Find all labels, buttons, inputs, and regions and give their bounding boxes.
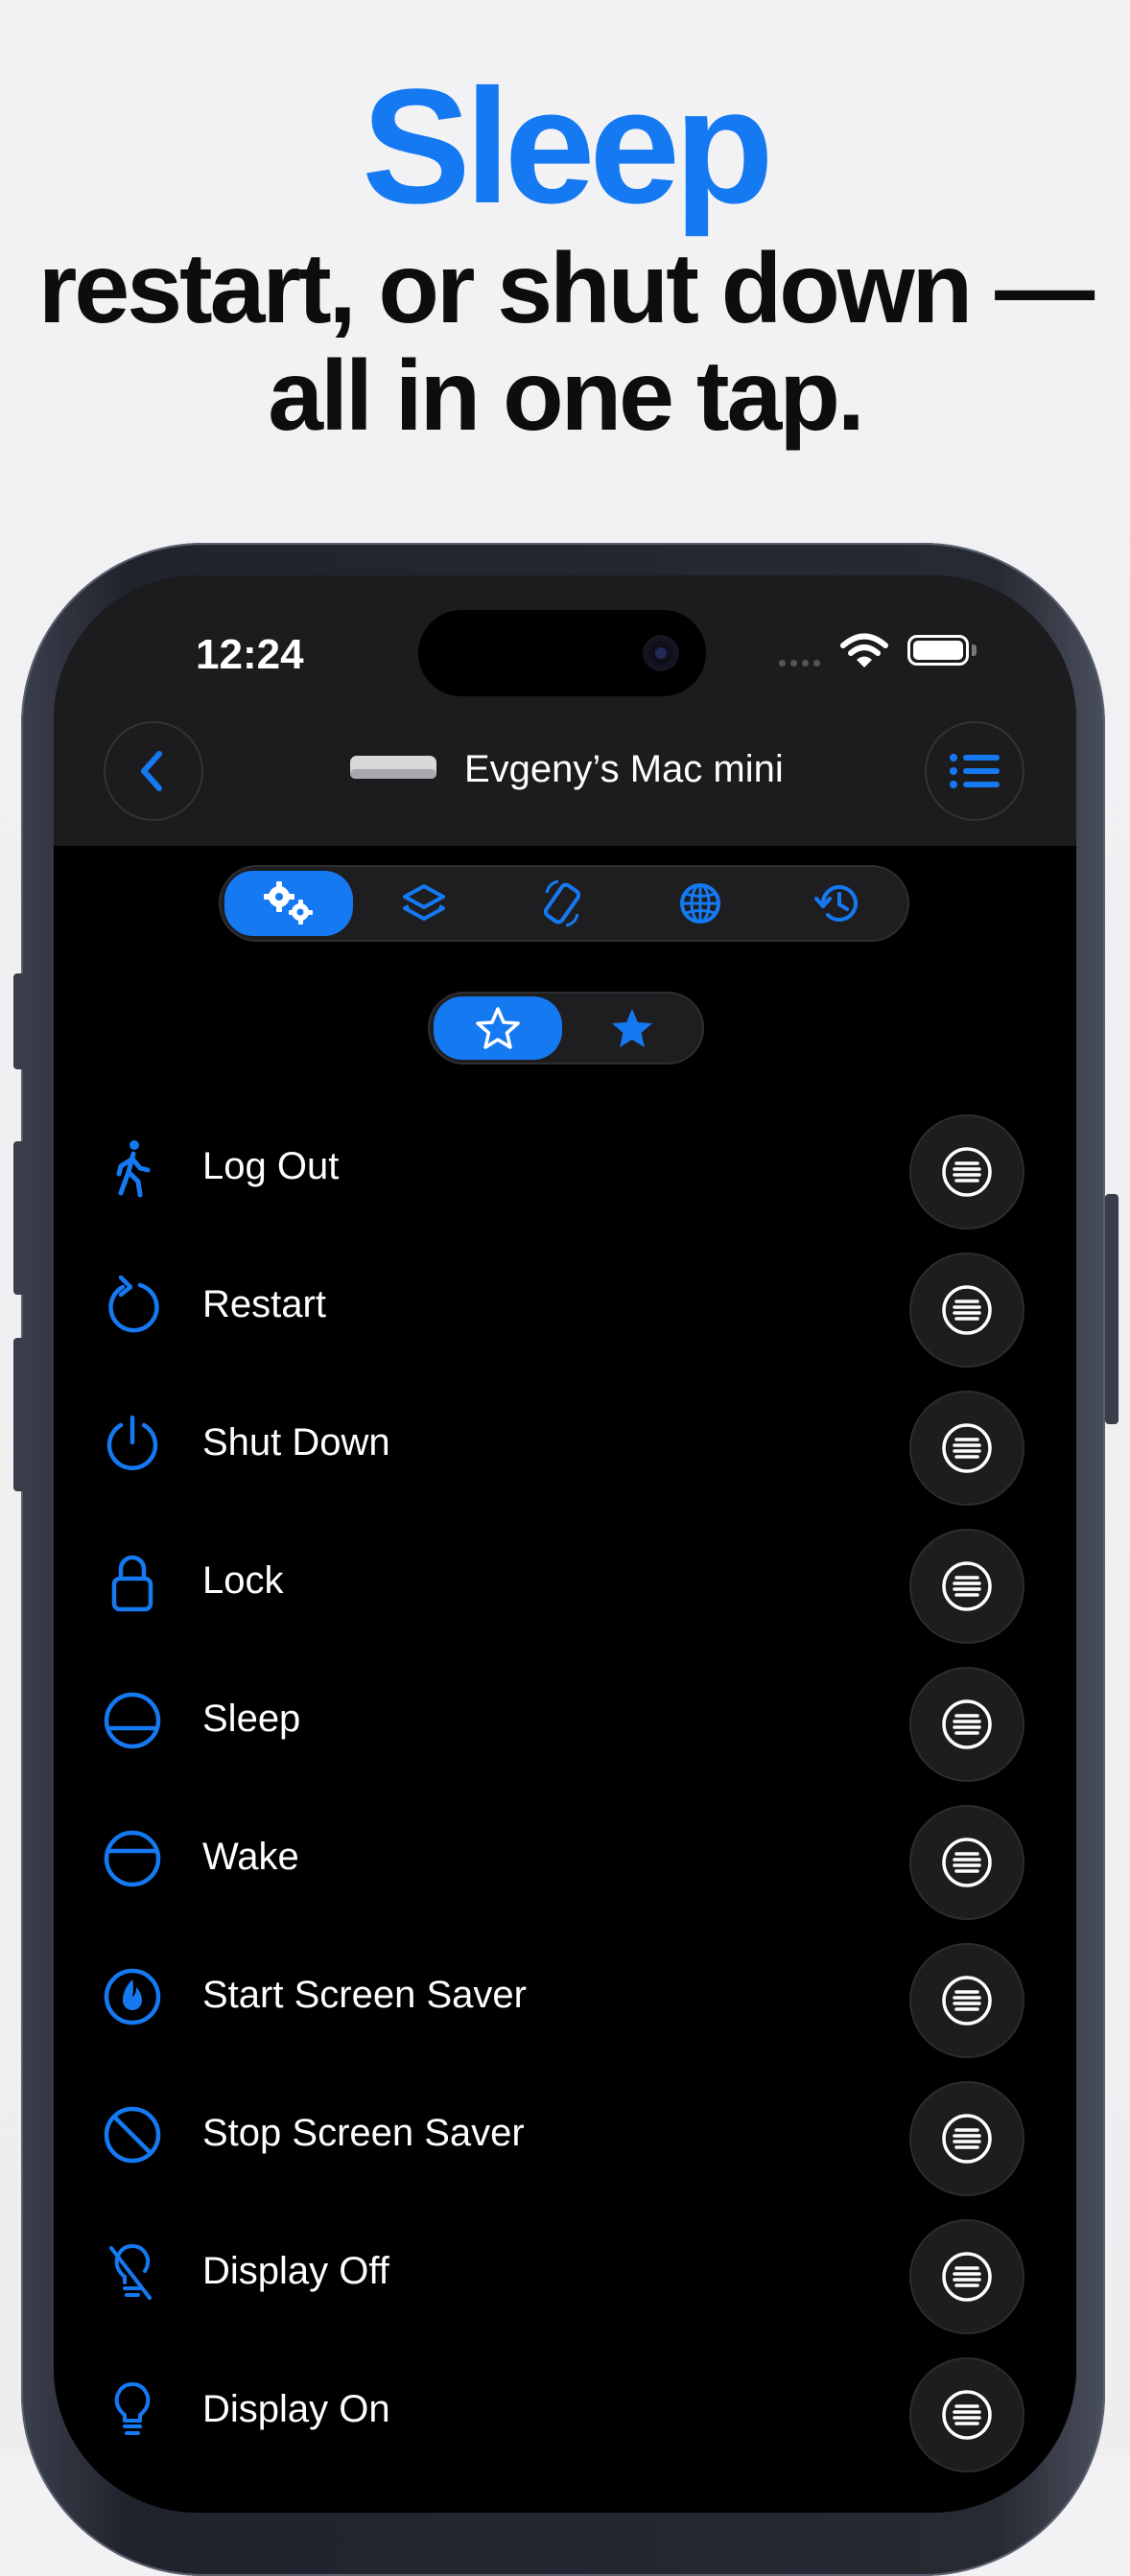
- volume-up-button: [13, 1141, 27, 1295]
- tab-history[interactable]: [771, 871, 904, 936]
- tab-layers[interactable]: [357, 871, 491, 936]
- row-options-button[interactable]: [909, 1943, 1024, 2058]
- filter-all[interactable]: [434, 996, 562, 1060]
- line-list-circle-icon: [942, 1976, 992, 2026]
- tab-actions[interactable]: [224, 871, 353, 936]
- row-options-button[interactable]: [909, 1529, 1024, 1644]
- list-item-sleep[interactable]: Sleep: [54, 1651, 1076, 1790]
- list-item-label: Lock: [202, 1559, 284, 1602]
- line-list-circle-icon: [942, 1699, 992, 1749]
- list-item-label: Sleep: [202, 1698, 301, 1740]
- rotate-device-icon: [543, 879, 581, 927]
- headline-title: Sleep: [362, 56, 774, 238]
- camera-icon: [643, 635, 679, 671]
- category-tab-bar: [219, 865, 909, 942]
- wifi-icon: [840, 633, 888, 667]
- row-options-button[interactable]: [909, 1253, 1024, 1368]
- row-options-button[interactable]: [909, 2219, 1024, 2334]
- star-filled-icon: [612, 1009, 652, 1047]
- wake-circle-icon: [104, 1830, 161, 1887]
- phone-screen: 12:24 Evgeny’s Mac mini Log Out Restart …: [54, 575, 1076, 2513]
- restart-arrow-icon: [108, 1276, 159, 1333]
- power-icon: [106, 1415, 158, 1470]
- list-item-display-on[interactable]: Display On: [54, 2342, 1076, 2480]
- menu-button[interactable]: [925, 721, 1024, 821]
- list-item-log-out[interactable]: Log Out: [54, 1099, 1076, 1237]
- device-name-title: Evgeny’s Mac mini: [464, 748, 784, 790]
- headline-subtitle-line-2: all in one tap.: [268, 340, 865, 452]
- line-list-circle-icon: [942, 1838, 992, 1887]
- list-item-label: Shut Down: [202, 1421, 390, 1464]
- list-item-restart[interactable]: Restart: [54, 1237, 1076, 1375]
- list-item-label: Display Off: [202, 2250, 389, 2292]
- row-options-button[interactable]: [909, 2357, 1024, 2472]
- layers-icon: [403, 884, 445, 921]
- row-options-button[interactable]: [909, 1805, 1024, 1920]
- list-item-label: Display On: [202, 2388, 390, 2430]
- list-item-shut-down[interactable]: Shut Down: [54, 1375, 1076, 1513]
- line-list-circle-icon: [942, 2252, 992, 2302]
- mac-mini-icon: [350, 756, 436, 779]
- row-options-button[interactable]: [909, 1391, 1024, 1506]
- list-item-label: Log Out: [202, 1145, 340, 1187]
- line-list-circle-icon: [942, 1147, 992, 1197]
- lightbulb-icon: [114, 2382, 151, 2435]
- headline-subtitle-line-1: restart, or shut down —: [37, 233, 1095, 344]
- list-item-display-off[interactable]: Display Off: [54, 2204, 1076, 2342]
- power-side-button: [1105, 1194, 1118, 1424]
- list-item-label: Restart: [202, 1283, 326, 1325]
- flame-icon: [104, 1968, 161, 2026]
- line-list-circle-icon: [942, 1285, 992, 1335]
- battery-icon: [907, 635, 969, 666]
- line-list-circle-icon: [942, 2114, 992, 2164]
- prohibited-icon: [104, 2106, 161, 2164]
- list-item-label: Wake: [202, 1836, 299, 1878]
- row-options-button[interactable]: [909, 2081, 1024, 2196]
- list-item-wake[interactable]: Wake: [54, 1790, 1076, 1928]
- battery-cap: [972, 644, 977, 656]
- row-options-button[interactable]: [909, 1114, 1024, 1229]
- headline-subtitle: restart, or shut down — all in one tap.: [0, 235, 1130, 450]
- history-icon: [814, 884, 858, 922]
- back-button[interactable]: [104, 721, 203, 821]
- favorites-filter: [428, 992, 704, 1065]
- line-list-circle-icon: [942, 1423, 992, 1473]
- globe-icon: [680, 883, 720, 924]
- status-time: 12:24: [196, 631, 304, 678]
- list-icon: [950, 754, 1000, 788]
- action-button: [13, 973, 27, 1069]
- star-outline-icon: [476, 1007, 520, 1049]
- filter-favorites[interactable]: [568, 996, 696, 1060]
- tab-web[interactable]: [633, 871, 767, 936]
- volume-down-button: [13, 1338, 27, 1491]
- lock-icon: [111, 1555, 153, 1612]
- list-item-start-screen-saver[interactable]: Start Screen Saver: [54, 1928, 1076, 2066]
- gears-icon: [264, 881, 313, 925]
- sleep-circle-icon: [104, 1692, 161, 1749]
- list-item-lock[interactable]: Lock: [54, 1513, 1076, 1651]
- list-item-label: Start Screen Saver: [202, 1974, 527, 2016]
- row-options-button[interactable]: [909, 1667, 1024, 1782]
- line-list-circle-icon: [942, 1561, 992, 1611]
- list-item-stop-screen-saver[interactable]: Stop Screen Saver: [54, 2066, 1076, 2204]
- walking-person-icon: [116, 1140, 151, 1198]
- chevron-left-icon: [141, 751, 162, 791]
- tab-rotate[interactable]: [495, 871, 629, 936]
- line-list-circle-icon: [942, 2390, 992, 2440]
- list-item-label: Stop Screen Saver: [202, 2112, 525, 2154]
- lightbulb-slash-icon: [109, 2243, 152, 2300]
- dynamic-island: [418, 610, 706, 696]
